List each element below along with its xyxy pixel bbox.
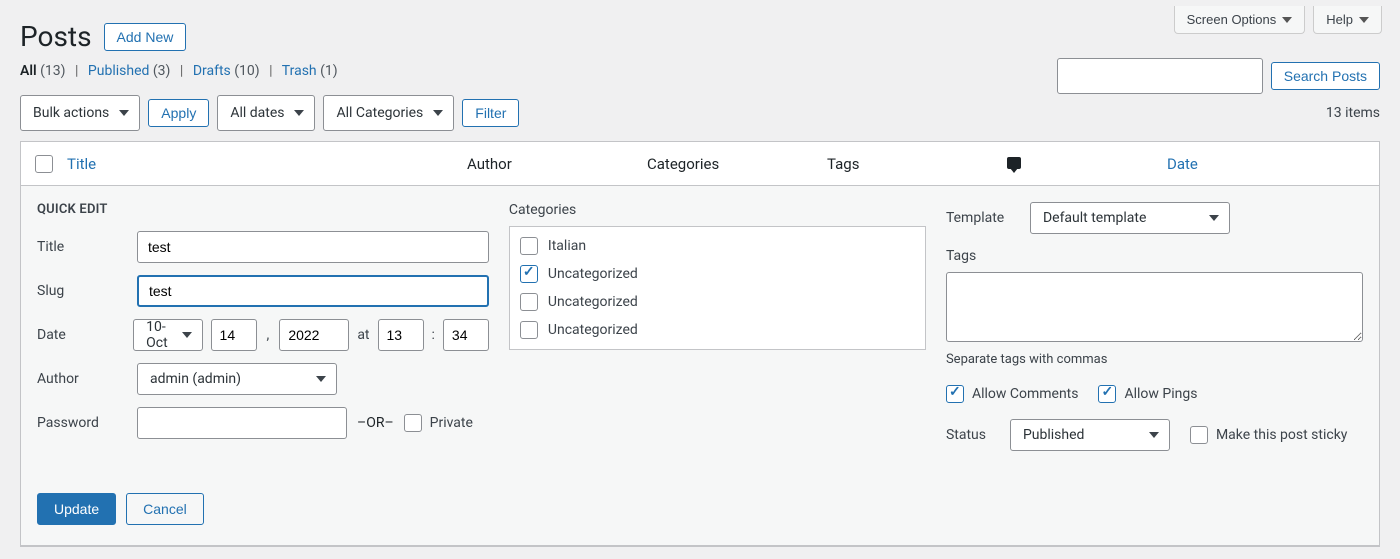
tags-heading: Tags [946,248,1363,264]
allow-pings-checkbox[interactable] [1098,385,1116,403]
sticky-checkbox[interactable] [1190,426,1208,444]
tags-help: Separate tags with commas [946,352,1363,367]
allow-comments-checkbox[interactable] [946,385,964,403]
filter-all[interactable]: All [20,63,37,79]
allow-pings-label: Allow Pings [1124,386,1197,402]
private-checkbox[interactable] [404,414,422,432]
at-label: at [357,327,369,343]
apply-button[interactable]: Apply [148,99,209,127]
bulk-actions-label: Bulk actions [33,105,109,121]
screen-options-label: Screen Options [1187,12,1277,27]
categories-heading: Categories [509,202,926,218]
filter-all-count: (13) [40,63,65,79]
template-select[interactable]: Default template [1030,202,1230,234]
year-input[interactable] [279,319,349,351]
quick-edit-panel: QUICK EDIT Title Slug Date 10-Oct , at [21,186,1379,546]
date-filter-label: All dates [230,105,284,121]
chevron-down-icon [1359,17,1369,23]
filter-drafts[interactable]: Drafts [193,63,231,79]
help-button[interactable]: Help [1313,6,1382,34]
private-label: Private [430,415,473,431]
chevron-down-icon [1282,17,1292,23]
status-label: Status [946,427,1000,443]
category-checkbox[interactable] [520,321,538,339]
update-button[interactable]: Update [37,493,116,525]
filter-drafts-count: (10) [234,63,259,79]
col-comments [1007,155,1167,173]
comment-icon [1007,157,1021,169]
quick-edit-heading: QUICK EDIT [37,202,489,217]
status-select[interactable]: Published [1010,419,1170,451]
minute-input[interactable] [443,319,489,351]
password-input[interactable] [137,407,347,439]
search-input[interactable] [1057,58,1263,94]
category-label: Uncategorized [548,294,638,310]
category-checkbox[interactable] [520,265,538,283]
filter-trash[interactable]: Trash [282,63,317,79]
author-value: admin (admin) [150,371,241,387]
category-item: Italian [520,237,915,255]
date-label: Date [37,327,123,343]
slug-label: Slug [37,283,127,299]
bulk-actions-select[interactable]: Bulk actions [20,95,140,131]
status-value: Published [1023,427,1084,443]
month-value: 10-Oct [146,319,171,351]
category-label: Uncategorized [548,266,638,282]
tags-textarea[interactable] [946,272,1363,342]
search-posts-button[interactable]: Search Posts [1271,62,1380,90]
password-label: Password [37,415,127,431]
filter-button[interactable]: Filter [462,99,519,127]
col-title[interactable]: Title [67,155,467,173]
category-item: Uncategorized [520,265,915,283]
select-all-checkbox[interactable] [35,155,53,173]
category-checkbox[interactable] [520,237,538,255]
or-label: –OR– [357,415,394,431]
date-filter-select[interactable]: All dates [217,95,315,131]
category-filter-label: All Categories [336,105,423,121]
template-label: Template [946,210,1020,226]
category-label: Italian [548,238,586,254]
sticky-label: Make this post sticky [1216,427,1347,443]
day-input[interactable] [211,319,257,351]
category-item: Uncategorized [520,293,915,311]
col-author: Author [467,155,647,173]
category-filter-select[interactable]: All Categories [323,95,454,131]
items-count: 13 items [1326,105,1380,121]
category-checkbox[interactable] [520,293,538,311]
time-colon: : [432,327,435,343]
screen-options-button[interactable]: Screen Options [1174,6,1306,34]
author-label: Author [37,371,127,387]
help-label: Help [1326,12,1353,27]
slug-input[interactable] [137,275,489,307]
hour-input[interactable] [378,319,424,351]
author-select[interactable]: admin (admin) [137,363,337,395]
allow-comments-label: Allow Comments [972,386,1079,402]
add-new-button[interactable]: Add New [104,23,187,51]
col-date[interactable]: Date [1167,155,1379,173]
template-value: Default template [1043,210,1146,226]
title-input[interactable] [137,231,489,263]
col-tags: Tags [827,155,1007,173]
category-list: Italian Uncategorized Uncategorized Unca… [509,226,926,350]
month-select[interactable]: 10-Oct [133,319,202,351]
category-item: Uncategorized [520,321,915,339]
filter-trash-count: (1) [320,63,338,79]
category-label: Uncategorized [548,322,638,338]
cancel-button[interactable]: Cancel [126,493,204,525]
filter-published-count: (3) [153,63,171,79]
page-title: Posts [20,20,92,53]
title-label: Title [37,239,127,255]
filter-published[interactable]: Published [88,63,149,79]
table-header: Title Author Categories Tags Date [21,142,1379,186]
col-categories: Categories [647,155,827,173]
